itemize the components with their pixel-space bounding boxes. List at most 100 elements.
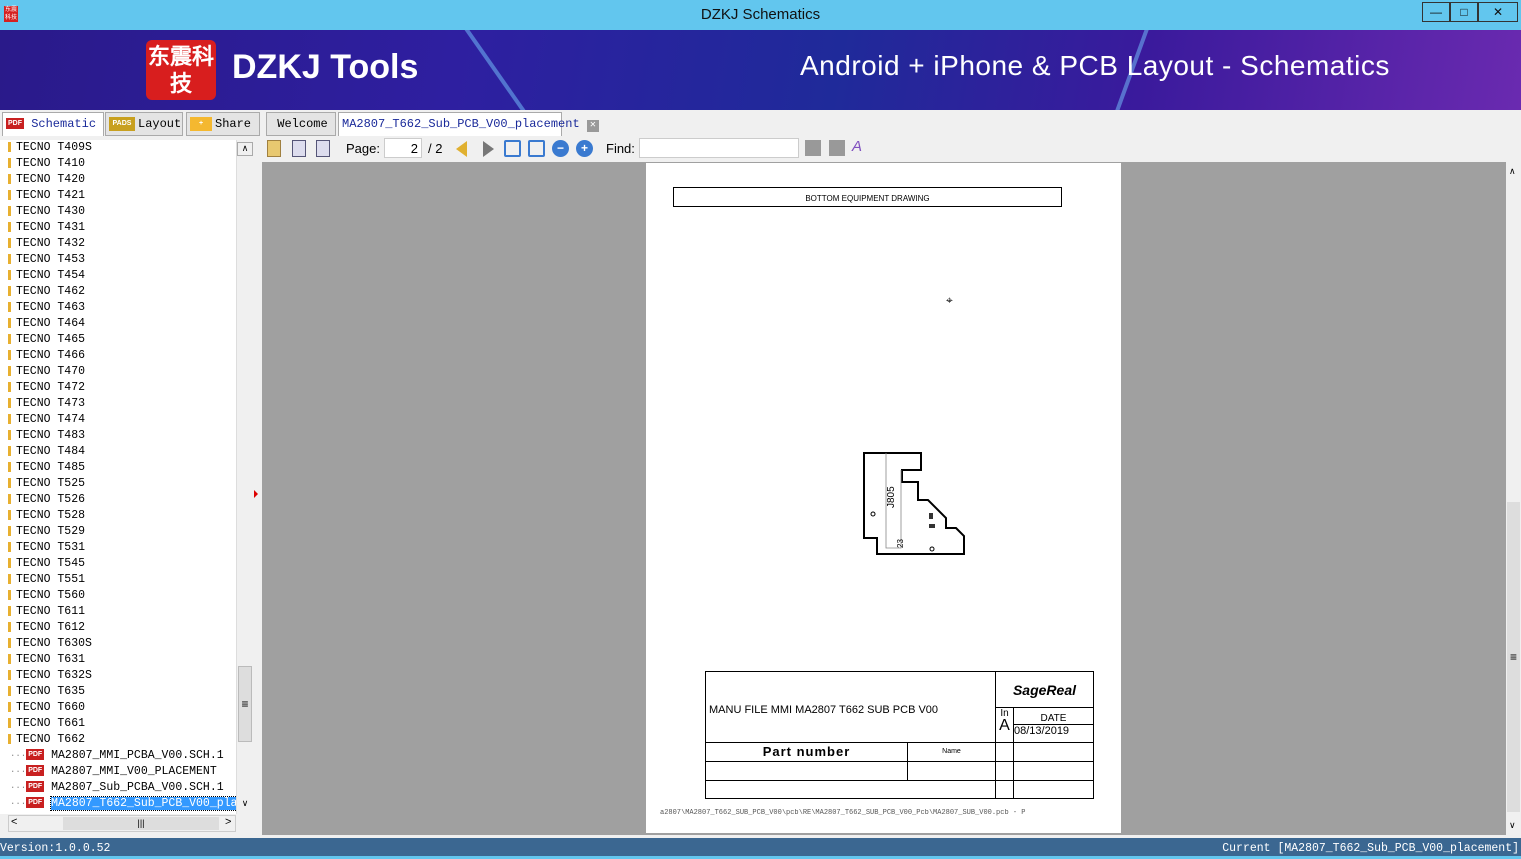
scroll-thumb[interactable]: |||	[63, 817, 219, 830]
tree-folder[interactable]: TECNO T661	[0, 716, 236, 732]
file-tree: TECNO T409S TECNO T410 TECNO T420 TECNO T42…	[0, 140, 236, 814]
file-label: MA2807_MMI_PCBA_V00.SCH.1	[51, 749, 224, 762]
folder-icon	[8, 189, 11, 200]
folder-label: TECNO T529	[16, 525, 86, 538]
tree-folder[interactable]: TECNO T474	[0, 412, 236, 428]
page-input[interactable]: 2	[384, 138, 422, 158]
tree-folder[interactable]: TECNO T660	[0, 700, 236, 716]
tree-file[interactable]: ··· PDF MA2807_MMI_V00_PLACEMENT	[0, 764, 236, 780]
scroll-up-button[interactable]: ∧	[237, 142, 253, 156]
tree-folder[interactable]: TECNO T470	[0, 364, 236, 380]
scroll-thumb[interactable]: ≡	[238, 666, 252, 742]
tree-folder[interactable]: TECNO T430	[0, 204, 236, 220]
splitter-arrow-icon[interactable]	[254, 490, 258, 498]
zoom-in-icon[interactable]: +	[576, 140, 593, 157]
tab-document[interactable]: MA2807_T662_Sub_PCB_V00_placement ✕	[338, 112, 599, 136]
tree-folder[interactable]: TECNO T529	[0, 524, 236, 540]
tree-folder[interactable]: TECNO T432	[0, 236, 236, 252]
folder-label: TECNO T432	[16, 237, 86, 250]
tree-vertical-scrollbar[interactable]: ∧ ≡ ∨	[236, 140, 253, 814]
scroll-up-button[interactable]: ∧	[1509, 166, 1516, 177]
component-label: J805	[886, 486, 897, 508]
close-tab-icon[interactable]: ✕	[586, 120, 599, 132]
next-document-icon[interactable]	[316, 140, 330, 157]
tree-folder[interactable]: TECNO T526	[0, 492, 236, 508]
tree-horizontal-scrollbar[interactable]: < ||| >	[8, 815, 236, 832]
zoom-out-icon[interactable]: −	[552, 140, 569, 157]
date-value: 08/13/2019	[1014, 724, 1070, 737]
tree-folder[interactable]: TECNO T465	[0, 332, 236, 348]
tree-folder[interactable]: TECNO T473	[0, 396, 236, 412]
tree-folder[interactable]: TECNO T454	[0, 268, 236, 284]
tree-file[interactable]: ···PDF MA2807_T662_Sub_PCB_V00_placement	[0, 796, 236, 812]
maximize-button[interactable]: □	[1450, 2, 1478, 22]
tree-folder[interactable]: TECNO T421	[0, 188, 236, 204]
tree-folder[interactable]: TECNO T528	[0, 508, 236, 524]
find-next-icon[interactable]	[829, 140, 845, 156]
folder-label: TECNO T551	[16, 573, 86, 586]
toolbar: Page: 2 / 2 − + Find: A	[262, 136, 1521, 162]
tree-folder[interactable]: TECNO T531	[0, 540, 236, 556]
pads-icon: PADS	[109, 116, 135, 131]
close-button[interactable]: ✕	[1478, 2, 1518, 22]
highlight-text-icon[interactable]: A	[852, 138, 862, 155]
tree-folder[interactable]: TECNO T483	[0, 428, 236, 444]
folder-label: TECNO T473	[16, 397, 86, 410]
tree-folder[interactable]: TECNO T462	[0, 284, 236, 300]
folder-icon	[8, 285, 11, 296]
tree-folder[interactable]: TECNO T464	[0, 316, 236, 332]
scroll-down-button[interactable]: ∨	[1509, 820, 1516, 831]
tree-folder[interactable]: TECNO T611	[0, 604, 236, 620]
file-label: MA2807_Sub_PCBA_V00.SCH.1	[51, 781, 224, 794]
find-previous-icon[interactable]	[805, 140, 821, 156]
tree-folder[interactable]: TECNO T466	[0, 348, 236, 364]
folder-icon	[8, 557, 11, 568]
folder-label: TECNO T662	[16, 733, 86, 746]
tree-folder[interactable]: TECNO T635	[0, 684, 236, 700]
folder-label: TECNO T545	[16, 557, 86, 570]
tree-file[interactable]: ··· PDF MA2807_MMI_PCBA_V00.SCH.1	[0, 748, 236, 764]
tree-folder[interactable]: TECNO T662	[0, 732, 236, 748]
tree-folder[interactable]: TECNO T409S	[0, 140, 236, 156]
tree-folder[interactable]: TECNO T410	[0, 156, 236, 172]
viewer-vertical-scrollbar[interactable]: ∧ ≡ ∨	[1506, 162, 1521, 835]
folder-icon	[8, 477, 11, 488]
folder-label: TECNO T631	[16, 653, 86, 666]
tab-share[interactable]: + Share	[186, 112, 260, 136]
tree-folder[interactable]: TECNO T632S	[0, 668, 236, 684]
prev-page-icon[interactable]	[456, 141, 467, 157]
scroll-thumb[interactable]: ≡	[1507, 502, 1520, 812]
tree-folder[interactable]: TECNO T472	[0, 380, 236, 396]
tree-folder[interactable]: TECNO T560	[0, 588, 236, 604]
fit-width-icon[interactable]	[504, 140, 521, 157]
previous-document-icon[interactable]	[292, 140, 306, 157]
folder-icon	[8, 349, 11, 360]
tree-folder[interactable]: TECNO T612	[0, 620, 236, 636]
tree-file[interactable]: ··· PDF MA2807_Sub_PCBA_V00.SCH.1	[0, 780, 236, 796]
tree-folder[interactable]: TECNO T631	[0, 652, 236, 668]
tree-folder[interactable]: TECNO T453	[0, 252, 236, 268]
tree-folder[interactable]: TECNO T484	[0, 444, 236, 460]
folder-icon	[8, 589, 11, 600]
scroll-right-button[interactable]: >	[225, 816, 231, 828]
tree-folder[interactable]: TECNO T431	[0, 220, 236, 236]
scroll-down-button[interactable]: ∨	[237, 798, 253, 812]
minimize-button[interactable]: —	[1422, 2, 1450, 22]
scroll-left-button[interactable]: <	[11, 816, 17, 828]
tab-layout[interactable]: PADS Layout	[105, 112, 183, 136]
tree-folder[interactable]: TECNO T463	[0, 300, 236, 316]
next-page-icon[interactable]	[483, 141, 494, 157]
tab-schematic[interactable]: PDF Schematic	[2, 112, 104, 136]
find-input[interactable]	[639, 138, 799, 158]
title-bar: 东震 科技 DZKJ Schematics — □ ✕	[0, 0, 1521, 30]
open-file-icon[interactable]	[267, 140, 281, 157]
folder-label: TECNO T453	[16, 253, 86, 266]
tab-welcome[interactable]: Welcome	[266, 112, 336, 136]
tree-folder[interactable]: TECNO T485	[0, 460, 236, 476]
tree-folder[interactable]: TECNO T545	[0, 556, 236, 572]
tree-folder[interactable]: TECNO T525	[0, 476, 236, 492]
tree-folder[interactable]: TECNO T630S	[0, 636, 236, 652]
tree-folder[interactable]: TECNO T551	[0, 572, 236, 588]
fit-page-icon[interactable]	[528, 140, 545, 157]
tree-folder[interactable]: TECNO T420	[0, 172, 236, 188]
